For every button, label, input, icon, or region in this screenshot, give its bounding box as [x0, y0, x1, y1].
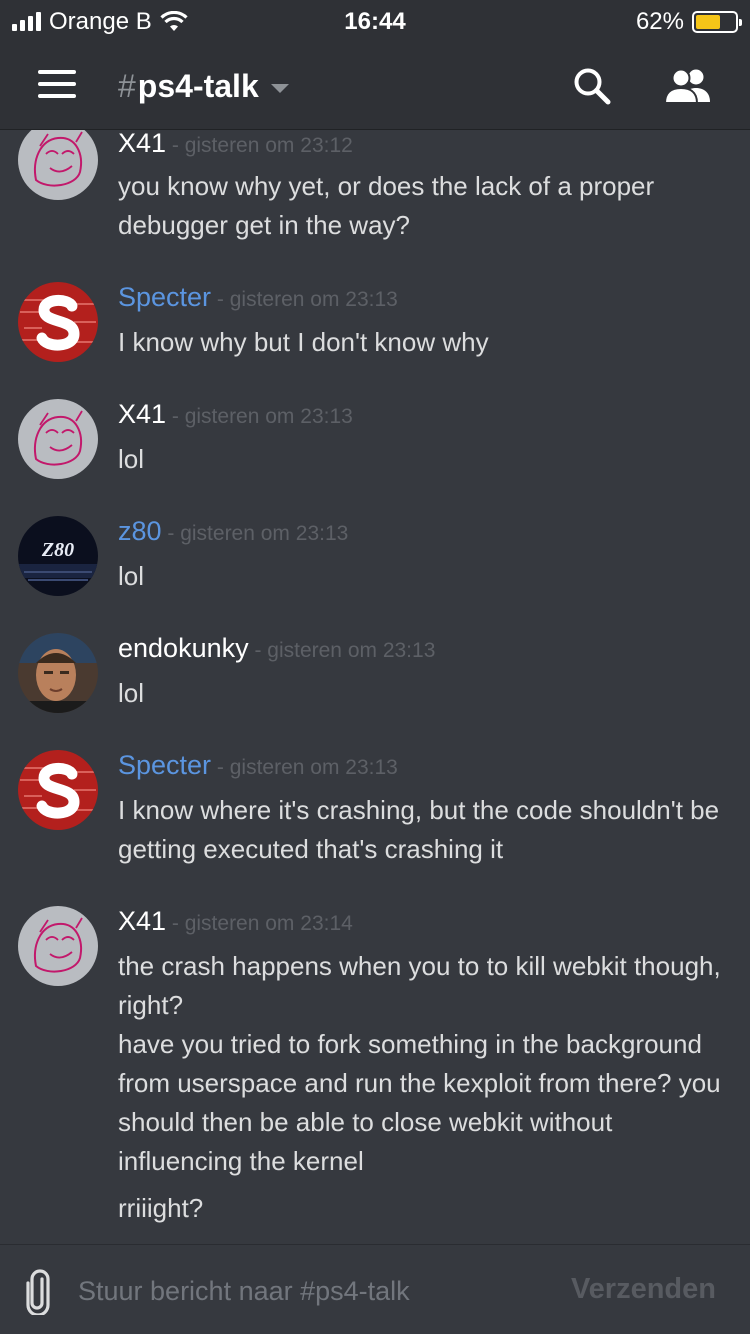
timestamp: - gisteren om 23:13 [211, 756, 398, 779]
message-text: lol [118, 561, 145, 591]
battery-fill [696, 15, 720, 29]
avatar[interactable] [18, 750, 98, 830]
message-list[interactable]: X41 - gisteren om 23:12 you know why yet… [0, 130, 750, 1244]
channel-selector[interactable]: # ps4-talk [118, 68, 289, 105]
timestamp: - gisteren om 23:13 [161, 522, 349, 545]
message-input[interactable] [78, 1273, 538, 1309]
author-name[interactable]: X41 [118, 130, 166, 158]
chevron-down-icon [270, 84, 289, 93]
send-button[interactable]: Verzenden [571, 1273, 716, 1306]
message-composer: Verzenden [0, 1244, 750, 1334]
avatar[interactable] [18, 130, 98, 200]
message-text: lol [118, 678, 145, 708]
timestamp: - gisteren om 23:13 [166, 405, 353, 428]
search-icon[interactable] [572, 66, 612, 106]
author-name[interactable]: X41 [118, 399, 166, 429]
message-body: lol [118, 674, 728, 713]
avatar[interactable] [18, 399, 98, 479]
status-bar: Orange B 16:44 62% [0, 0, 750, 42]
message-body: lol [118, 440, 728, 479]
author-name[interactable]: X41 [118, 906, 166, 936]
message-body: the crash happens when you to to kill we… [118, 947, 728, 1228]
members-icon[interactable] [664, 68, 712, 104]
paperclip-icon[interactable] [22, 1269, 54, 1315]
channel-hash: # [118, 68, 136, 104]
author-name[interactable]: z80 [118, 516, 162, 546]
message-body: lol [118, 557, 728, 596]
message-header: X41 - gisteren om 23:14 [118, 906, 353, 937]
message-body: you know why yet, or does the lack of a … [118, 167, 728, 245]
message-body: I know where it's crashing, but the code… [118, 791, 728, 869]
message-header: Specter - gisteren om 23:13 [118, 282, 398, 313]
message-text: I know why but I don't know why [118, 327, 489, 357]
message-header: Specter - gisteren om 23:13 [118, 750, 398, 781]
message-text: lol [118, 444, 145, 474]
avatar[interactable] [18, 282, 98, 362]
battery-percent: 62% [635, 8, 684, 35]
avatar[interactable] [18, 906, 98, 986]
channel-header: # ps4-talk [0, 42, 750, 130]
avatar[interactable] [18, 633, 98, 713]
status-right: 62% [635, 8, 742, 36]
timestamp: - gisteren om 23:12 [166, 134, 353, 157]
battery-icon [692, 11, 742, 33]
avatar-text: Z80 [41, 539, 74, 561]
author-name[interactable]: Specter [118, 750, 211, 780]
message-header: endokunky - gisteren om 23:13 [118, 633, 435, 664]
message-text: have you tried to fork something in the … [118, 1029, 721, 1176]
timestamp: - gisteren om 23:14 [166, 912, 353, 935]
author-name[interactable]: Specter [118, 282, 211, 312]
avatar[interactable]: Z80 [18, 516, 98, 596]
hamburger-icon[interactable] [38, 70, 76, 100]
timestamp: - gisteren om 23:13 [211, 288, 398, 311]
message-text: rriiight? [118, 1193, 204, 1223]
message-header: z80 - gisteren om 23:13 [118, 516, 348, 547]
message-text: you know why yet, or does the lack of a … [118, 171, 655, 240]
message-text: the crash happens when you to to kill we… [118, 951, 721, 1020]
message-body: I know why but I don't know why [118, 323, 728, 362]
timestamp: - gisteren om 23:13 [248, 639, 436, 662]
message-header: X41 - gisteren om 23:12 [118, 130, 353, 159]
author-name[interactable]: endokunky [118, 633, 249, 663]
message-header: X41 - gisteren om 23:13 [118, 399, 353, 430]
channel-name: ps4-talk [137, 68, 259, 104]
message-text: I know where it's crashing, but the code… [118, 795, 720, 864]
